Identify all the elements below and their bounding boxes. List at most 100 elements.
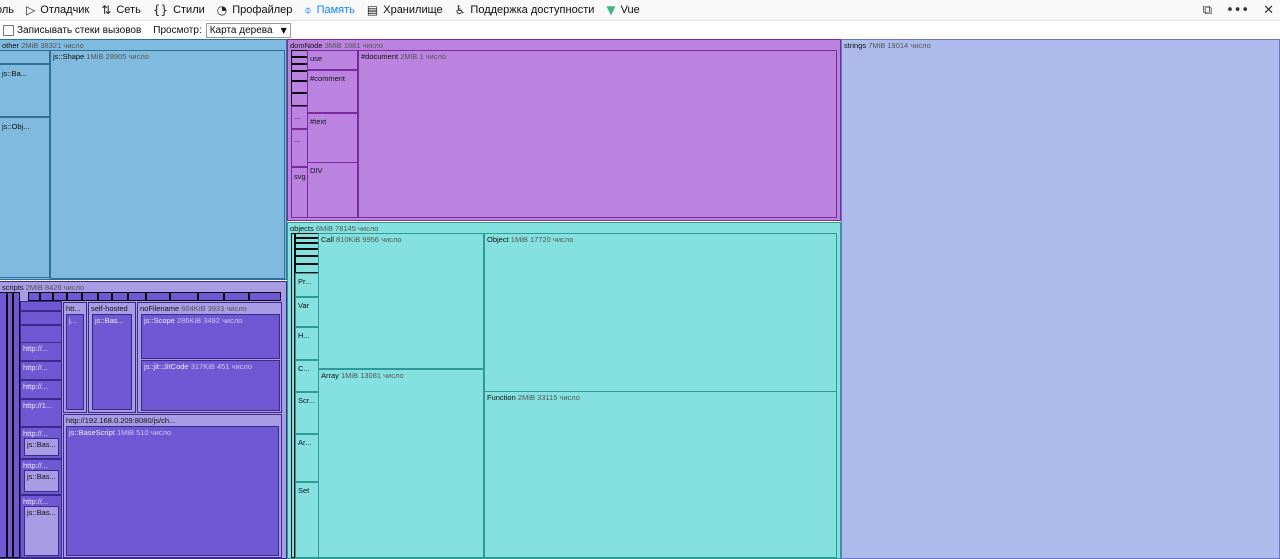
memory-icon: ⌽	[304, 3, 312, 17]
treemap-node-script[interactable]	[20, 301, 62, 311]
treemap-node-js-ba[interactable]: js::Ba...	[0, 64, 50, 117]
treemap-node-text[interactable]: #text	[307, 113, 358, 163]
treemap-node-js-obj[interactable]: js::Obj...	[0, 117, 50, 278]
treemap-node-ellipsis[interactable]: ...	[291, 106, 308, 129]
tab-network[interactable]: ⇅ Сеть	[95, 0, 147, 20]
treemap-node-function[interactable]: Function 2MiB 33115 число	[484, 391, 837, 558]
treemap-node-small[interactable]	[295, 256, 319, 264]
treemap-node-h[interactable]: H...	[295, 327, 319, 360]
treemap-node-nofilename[interactable]: noFilename 604KiB 3933 число js::Scope 2…	[137, 302, 282, 413]
treemap-node-http-1[interactable]: http://1...	[20, 399, 62, 427]
treemap-node-small[interactable]	[295, 264, 319, 273]
node-label: H...	[298, 331, 310, 340]
node-label: other 2MiB 38321 число	[2, 41, 84, 50]
node-label: http://...	[23, 344, 49, 353]
treemap-node-http[interactable]: http://...	[20, 361, 62, 380]
treemap-node-http[interactable]: http://... js::Bas...	[20, 427, 62, 459]
node-label: ...	[294, 112, 301, 121]
treemap-node-small[interactable]	[291, 93, 308, 106]
treemap-node-small[interactable]	[291, 71, 308, 81]
node-label: htt...	[66, 304, 81, 313]
tab-memory-label: Память	[316, 4, 355, 16]
treemap-node-small[interactable]	[249, 292, 281, 301]
treemap-node-ar[interactable]: Ar...	[295, 434, 319, 482]
treemap-node-small[interactable]	[67, 292, 82, 301]
treemap-node-other-child[interactable]	[0, 50, 50, 64]
treemap-node-comment[interactable]: #comment	[307, 70, 358, 113]
chevron-down-icon: ▼	[280, 25, 287, 35]
treemap-node-set[interactable]: Set	[295, 482, 319, 558]
treemap-node-small[interactable]	[291, 64, 308, 71]
treemap-node-use[interactable]: use	[307, 50, 358, 70]
treemap-node-basescript-big[interactable]: js::BaseScript 1MiB 510 число	[66, 426, 279, 556]
treemap-node-small[interactable]	[112, 292, 128, 301]
braces-icon: {}	[152, 3, 169, 17]
treemap-node-self-hosted[interactable]: self-hosted js::Bas...	[88, 302, 136, 413]
record-stacks-checkbox[interactable]	[3, 24, 14, 36]
treemap-node-script[interactable]	[20, 311, 62, 325]
dock-icon[interactable]: ⧉	[1203, 3, 1212, 18]
treemap-node-small[interactable]	[198, 292, 224, 301]
tab-storage[interactable]: ▤ Хранилище	[361, 0, 449, 20]
treemap-node-j[interactable]: j...	[66, 314, 84, 410]
treemap-node-small[interactable]	[28, 292, 40, 301]
treemap-node-document[interactable]: #document 2MiB 1 число	[358, 50, 837, 218]
treemap-node-ellipsis[interactable]: ...	[291, 129, 308, 167]
treemap-node-js-shape[interactable]: js::Shape 1MiB 28905 число	[50, 50, 285, 279]
treemap-node-small[interactable]	[53, 292, 67, 301]
treemap-node-var[interactable]: Var	[295, 297, 319, 327]
node-label: http://...	[23, 382, 49, 391]
tab-console[interactable]: оль	[0, 0, 20, 20]
treemap-node-basescript[interactable]: js::Bas...	[24, 506, 59, 556]
treemap-node-call[interactable]: Call 810KiB 9956 число	[318, 233, 484, 369]
treemap-node-small[interactable]	[291, 57, 308, 64]
treemap-node-stack[interactable]	[0, 292, 7, 558]
treemap-node-jitcode[interactable]: js::jit::JitCode 317KiB 451 число	[141, 360, 280, 411]
treemap-node-small[interactable]	[128, 292, 146, 301]
treemap-node-small[interactable]	[98, 292, 112, 301]
gauge-icon: ◔	[216, 3, 228, 17]
treemap-node-http-big[interactable]: http://192.168.0.209:8080/js/ch... js::B…	[63, 414, 282, 558]
treemap-node-scr[interactable]: Scr...	[295, 392, 319, 434]
treemap-node-object[interactable]: Object 1MiB 17720 число	[484, 233, 837, 392]
treemap-node-strings[interactable]: strings 7MiB 19014 число	[841, 39, 1280, 559]
treemap-node-pr[interactable]: Pr...	[295, 273, 319, 297]
treemap-node-stack[interactable]	[13, 292, 20, 558]
treemap-node-small[interactable]	[291, 81, 308, 93]
treemap-node-http[interactable]: http://...	[20, 342, 62, 361]
treemap-node-small[interactable]	[291, 50, 308, 57]
node-label: js::Ba...	[2, 69, 28, 78]
treemap-node-small[interactable]	[224, 292, 249, 301]
treemap-node-small[interactable]	[170, 292, 198, 301]
tab-profiler[interactable]: ◔ Профайлер	[211, 0, 299, 20]
treemap-node-small[interactable]	[82, 292, 98, 301]
close-icon[interactable]: ✕	[1263, 3, 1274, 18]
node-label: svg	[294, 172, 306, 181]
treemap-node-array[interactable]: Array 1MiB 13081 число	[318, 369, 484, 558]
tab-debugger[interactable]: ▷ Отладчик	[20, 0, 95, 20]
view-select[interactable]: Карта дерева ▼	[205, 22, 291, 38]
treemap-node-http[interactable]: http://... js::Bas...	[20, 495, 62, 558]
treemap-node-script[interactable]	[20, 325, 62, 343]
treemap-node-http[interactable]: http://...	[20, 380, 62, 399]
treemap-node-c[interactable]: C...	[295, 360, 319, 392]
node-label: scripts 2MiB 8426 число	[2, 283, 85, 292]
tab-vue[interactable]: ▼ Vue	[600, 0, 645, 20]
treemap-node-basescript[interactable]: js::Bas...	[24, 470, 59, 492]
treemap-node-basescript[interactable]: js::Bas...	[92, 314, 132, 410]
treemap-node-small[interactable]	[40, 292, 53, 301]
treemap-node-small[interactable]	[295, 249, 319, 256]
node-label: http://...	[23, 363, 49, 372]
treemap-node-basescript[interactable]: js::Bas...	[24, 438, 59, 456]
treemap-node-small[interactable]	[146, 292, 170, 301]
treemap-node-js-scope[interactable]: js::Scope 286KiB 3482 число	[141, 314, 280, 359]
tab-accessibility[interactable]: ♿ Поддержка доступности	[449, 0, 601, 20]
treemap-node-div[interactable]: DIV	[307, 162, 358, 218]
treemap-node-svg[interactable]: svg	[291, 167, 308, 218]
treemap-node-http[interactable]: http://... js::Bas...	[20, 459, 62, 495]
tab-styles[interactable]: {} Стили	[147, 0, 211, 20]
treemap-node-htt[interactable]: htt... j...	[63, 302, 87, 413]
tab-memory[interactable]: ⌽ Память	[298, 0, 361, 20]
more-icon[interactable]: •••	[1226, 3, 1249, 18]
node-label: Object 1MiB 17720 число	[487, 235, 574, 244]
